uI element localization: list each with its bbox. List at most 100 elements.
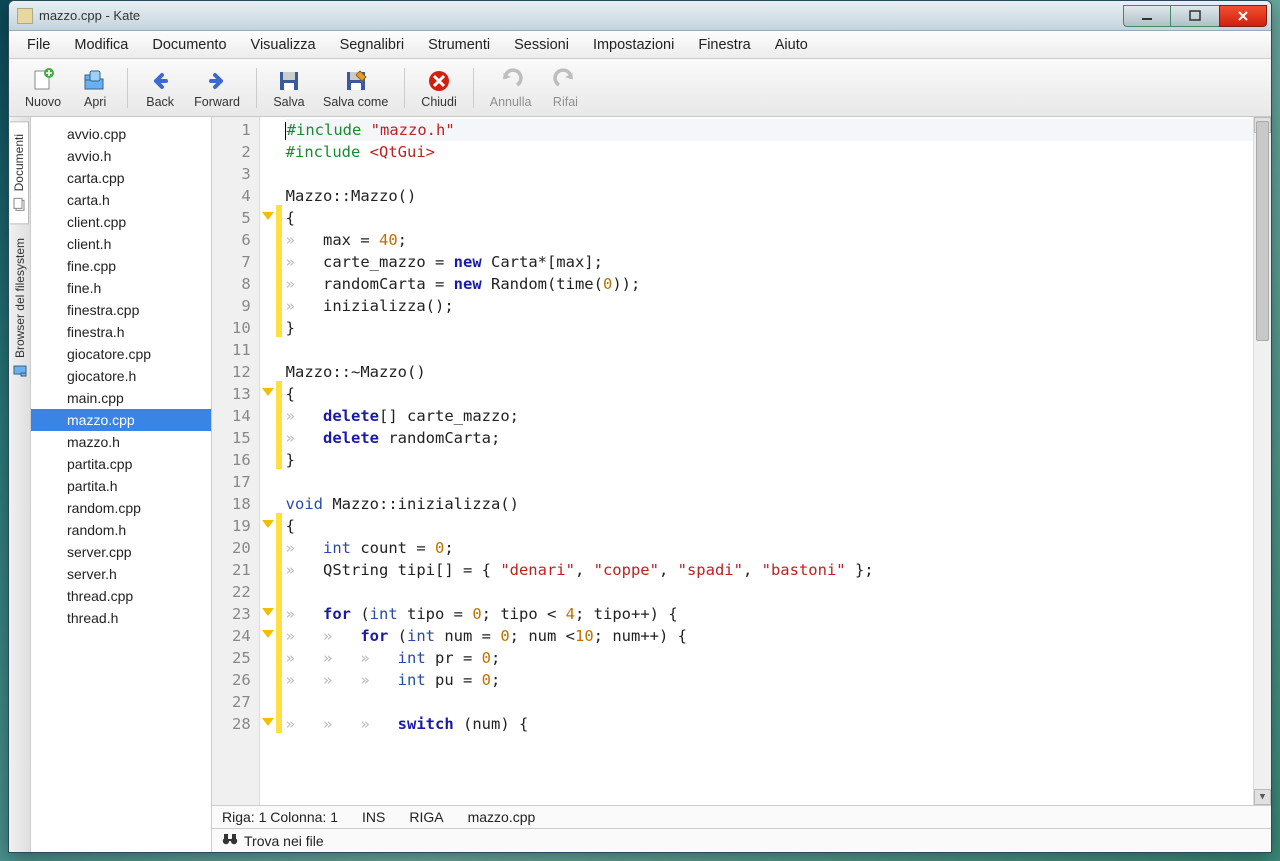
- rail-tab-filesystem[interactable]: Browser del filesystem: [11, 226, 29, 390]
- code-line[interactable]: Mazzo::~Mazzo(): [286, 361, 1253, 383]
- scroll-down-arrow[interactable]: ▼: [1254, 789, 1271, 805]
- file-item[interactable]: carta.h: [31, 189, 211, 211]
- code-line[interactable]: » » for (int num = 0; num <10; num++) {: [286, 625, 1253, 647]
- minimize-button[interactable]: [1123, 5, 1171, 27]
- line-number: 3: [232, 163, 251, 185]
- menu-strumenti[interactable]: Strumenti: [416, 33, 502, 57]
- file-item[interactable]: avvio.h: [31, 145, 211, 167]
- status-insert-mode[interactable]: INS: [362, 809, 385, 825]
- line-number: 22: [232, 581, 251, 603]
- file-item[interactable]: fine.h: [31, 277, 211, 299]
- maximize-button[interactable]: [1171, 5, 1219, 27]
- status-line-mode[interactable]: RIGA: [409, 809, 443, 825]
- fold-cell[interactable]: [260, 205, 276, 227]
- file-item[interactable]: avvio.cpp: [31, 123, 211, 145]
- file-item[interactable]: server.cpp: [31, 541, 211, 563]
- scrollbar-thumb[interactable]: [1256, 121, 1269, 341]
- code-line[interactable]: » for (int tipo = 0; tipo < 4; tipo++) {: [286, 603, 1253, 625]
- file-list[interactable]: avvio.cppavvio.hcarta.cppcarta.hclient.c…: [31, 117, 212, 852]
- code-line[interactable]: #include "mazzo.h": [286, 119, 1253, 141]
- menu-aiuto[interactable]: Aiuto: [763, 33, 820, 57]
- code-line[interactable]: » delete randomCarta;: [286, 427, 1253, 449]
- rail-tab-documents[interactable]: Documenti: [10, 121, 29, 224]
- file-item[interactable]: server.h: [31, 563, 211, 585]
- toolbar-open-button[interactable]: Apri: [71, 65, 119, 111]
- code-line[interactable]: {: [286, 207, 1253, 229]
- close-window-button[interactable]: [1219, 5, 1267, 27]
- menu-impostazioni[interactable]: Impostazioni: [581, 33, 686, 57]
- code-line[interactable]: » max = 40;: [286, 229, 1253, 251]
- fold-cell[interactable]: [260, 601, 276, 623]
- menu-file[interactable]: File: [15, 33, 62, 57]
- fold-cell[interactable]: [260, 513, 276, 535]
- code-line[interactable]: {: [286, 515, 1253, 537]
- menu-modifica[interactable]: Modifica: [62, 33, 140, 57]
- toolbar-forward-button[interactable]: Forward: [186, 65, 248, 111]
- menu-documento[interactable]: Documento: [140, 33, 238, 57]
- file-item[interactable]: mazzo.h: [31, 431, 211, 453]
- code-line[interactable]: » inizializza();: [286, 295, 1253, 317]
- fold-cell: [260, 337, 276, 359]
- menu-visualizza[interactable]: Visualizza: [239, 33, 328, 57]
- menu-finestra[interactable]: Finestra: [686, 33, 762, 57]
- menu-sessioni[interactable]: Sessioni: [502, 33, 581, 57]
- toolbar-close-button[interactable]: Chiudi: [413, 65, 464, 111]
- vertical-scrollbar[interactable]: ▲ ▼: [1253, 117, 1271, 805]
- line-number: 7: [232, 251, 251, 273]
- toolbar-new-button[interactable]: Nuovo: [17, 65, 69, 111]
- fold-cell[interactable]: [260, 711, 276, 733]
- code-line[interactable]: Mazzo::Mazzo(): [286, 185, 1253, 207]
- code-line[interactable]: [286, 581, 1253, 603]
- code-line[interactable]: [286, 691, 1253, 713]
- file-item[interactable]: random.h: [31, 519, 211, 541]
- code-line[interactable]: » QString tipi[] = { "denari", "coppe", …: [286, 559, 1253, 581]
- file-item[interactable]: carta.cpp: [31, 167, 211, 189]
- code-line[interactable]: » » » switch (num) {: [286, 713, 1253, 735]
- code-line[interactable]: {: [286, 383, 1253, 405]
- code-line[interactable]: » carte_mazzo = new Carta*[max];: [286, 251, 1253, 273]
- file-item[interactable]: mazzo.cpp: [31, 409, 211, 431]
- code-line[interactable]: }: [286, 317, 1253, 339]
- fold-column[interactable]: [260, 117, 276, 805]
- toolbar-close-label: Chiudi: [421, 95, 456, 109]
- file-item[interactable]: partita.h: [31, 475, 211, 497]
- file-item[interactable]: random.cpp: [31, 497, 211, 519]
- file-item[interactable]: finestra.cpp: [31, 299, 211, 321]
- code-line[interactable]: » delete[] carte_mazzo;: [286, 405, 1253, 427]
- line-number: 21: [232, 559, 251, 581]
- file-item[interactable]: giocatore.h: [31, 365, 211, 387]
- code-line[interactable]: [286, 339, 1253, 361]
- code-line[interactable]: » randomCarta = new Random(time(0));: [286, 273, 1253, 295]
- fold-cell: [260, 117, 276, 139]
- code-line[interactable]: [286, 471, 1253, 493]
- toolbar-back-button[interactable]: Back: [136, 65, 184, 111]
- toolbar-saveas-button[interactable]: Salva come: [315, 65, 396, 111]
- titlebar[interactable]: mazzo.cpp - Kate: [9, 1, 1271, 31]
- find-bar[interactable]: Trova nei file: [212, 828, 1271, 852]
- line-number: 27: [232, 691, 251, 713]
- code-line[interactable]: #include <QtGui>: [286, 141, 1253, 163]
- code-line[interactable]: [286, 163, 1253, 185]
- code-line[interactable]: void Mazzo::inizializza(): [286, 493, 1253, 515]
- file-item[interactable]: client.cpp: [31, 211, 211, 233]
- menu-segnalibri[interactable]: Segnalibri: [328, 33, 417, 57]
- fold-cell: [260, 645, 276, 667]
- fold-cell[interactable]: [260, 381, 276, 403]
- file-item[interactable]: partita.cpp: [31, 453, 211, 475]
- fold-cell: [260, 491, 276, 513]
- file-item[interactable]: fine.cpp: [31, 255, 211, 277]
- fold-cell[interactable]: [260, 623, 276, 645]
- file-item[interactable]: giocatore.cpp: [31, 343, 211, 365]
- code-line[interactable]: » int count = 0;: [286, 537, 1253, 559]
- code-line[interactable]: » » » int pu = 0;: [286, 669, 1253, 691]
- code-editor[interactable]: 1234567891011121314151617181920212223242…: [212, 117, 1271, 805]
- code-line[interactable]: }: [286, 449, 1253, 471]
- file-item[interactable]: client.h: [31, 233, 211, 255]
- file-item[interactable]: main.cpp: [31, 387, 211, 409]
- code-line[interactable]: » » » int pr = 0;: [286, 647, 1253, 669]
- file-item[interactable]: thread.cpp: [31, 585, 211, 607]
- file-item[interactable]: thread.h: [31, 607, 211, 629]
- toolbar-save-button[interactable]: Salva: [265, 65, 313, 111]
- file-item[interactable]: finestra.h: [31, 321, 211, 343]
- code-area[interactable]: #include "mazzo.h"#include <QtGui> Mazzo:…: [282, 117, 1253, 805]
